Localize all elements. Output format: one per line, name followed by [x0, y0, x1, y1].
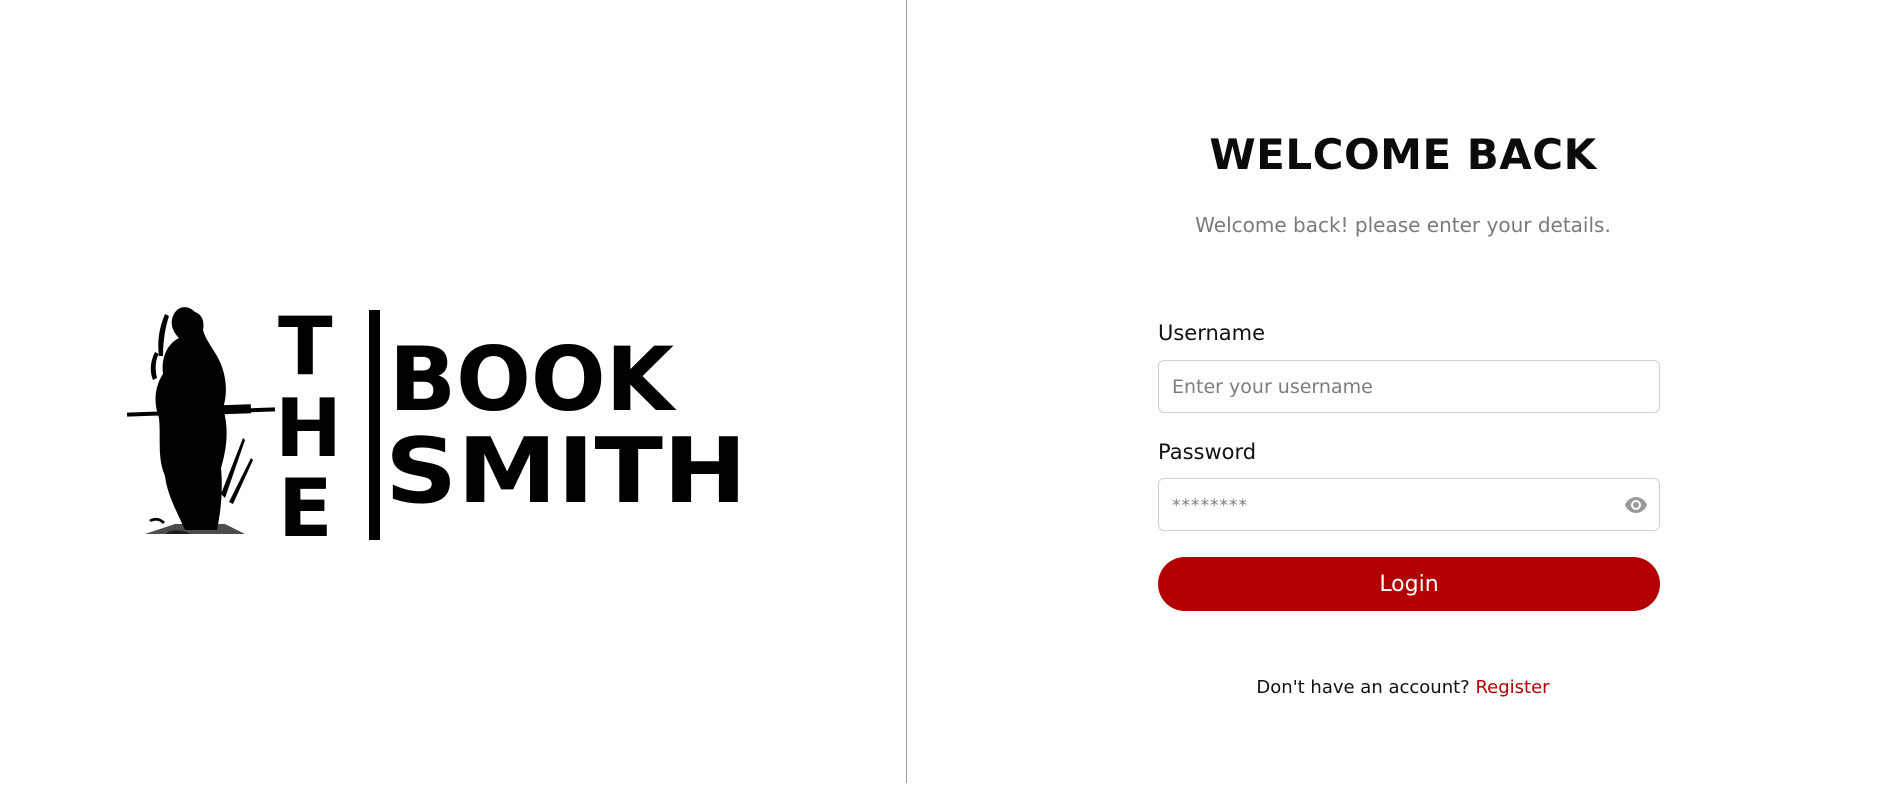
bookbrand-logo: T H E BOOK SMITH [126, 300, 747, 544]
login-panel: WELCOME BACK Welcome back! please enter … [907, 0, 1899, 793]
sword-handle [210, 404, 252, 415]
brand-panel: T H E BOOK SMITH [0, 0, 906, 783]
login-button[interactable]: Login [1158, 557, 1660, 611]
login-page: T H E BOOK SMITH WELCOME BACK Welcome ba… [0, 0, 1899, 793]
samurai-figure-icon [145, 307, 253, 534]
register-link[interactable]: Register [1475, 677, 1549, 698]
password-input[interactable] [1159, 479, 1659, 530]
eye-icon[interactable] [1623, 493, 1649, 517]
register-prompt: Don't have an account? Register [907, 677, 1899, 698]
logo-word-book: BOOK [389, 328, 677, 431]
register-prompt-text: Don't have an account? [1256, 677, 1470, 698]
logo-word-smith: SMITH [385, 419, 747, 524]
username-field-wrapper [1158, 360, 1660, 413]
password-label: Password [1158, 440, 1257, 464]
logo-letter-t: T [278, 300, 333, 393]
page-title: WELCOME BACK [1209, 130, 1597, 179]
logo-letter-e: E [278, 462, 333, 544]
password-field-wrapper [1158, 478, 1660, 531]
username-input[interactable] [1159, 361, 1659, 412]
username-label: Username [1158, 321, 1266, 345]
logo-divider-bar [369, 310, 380, 540]
page-subtitle: Welcome back! please enter your details. [1195, 213, 1611, 237]
